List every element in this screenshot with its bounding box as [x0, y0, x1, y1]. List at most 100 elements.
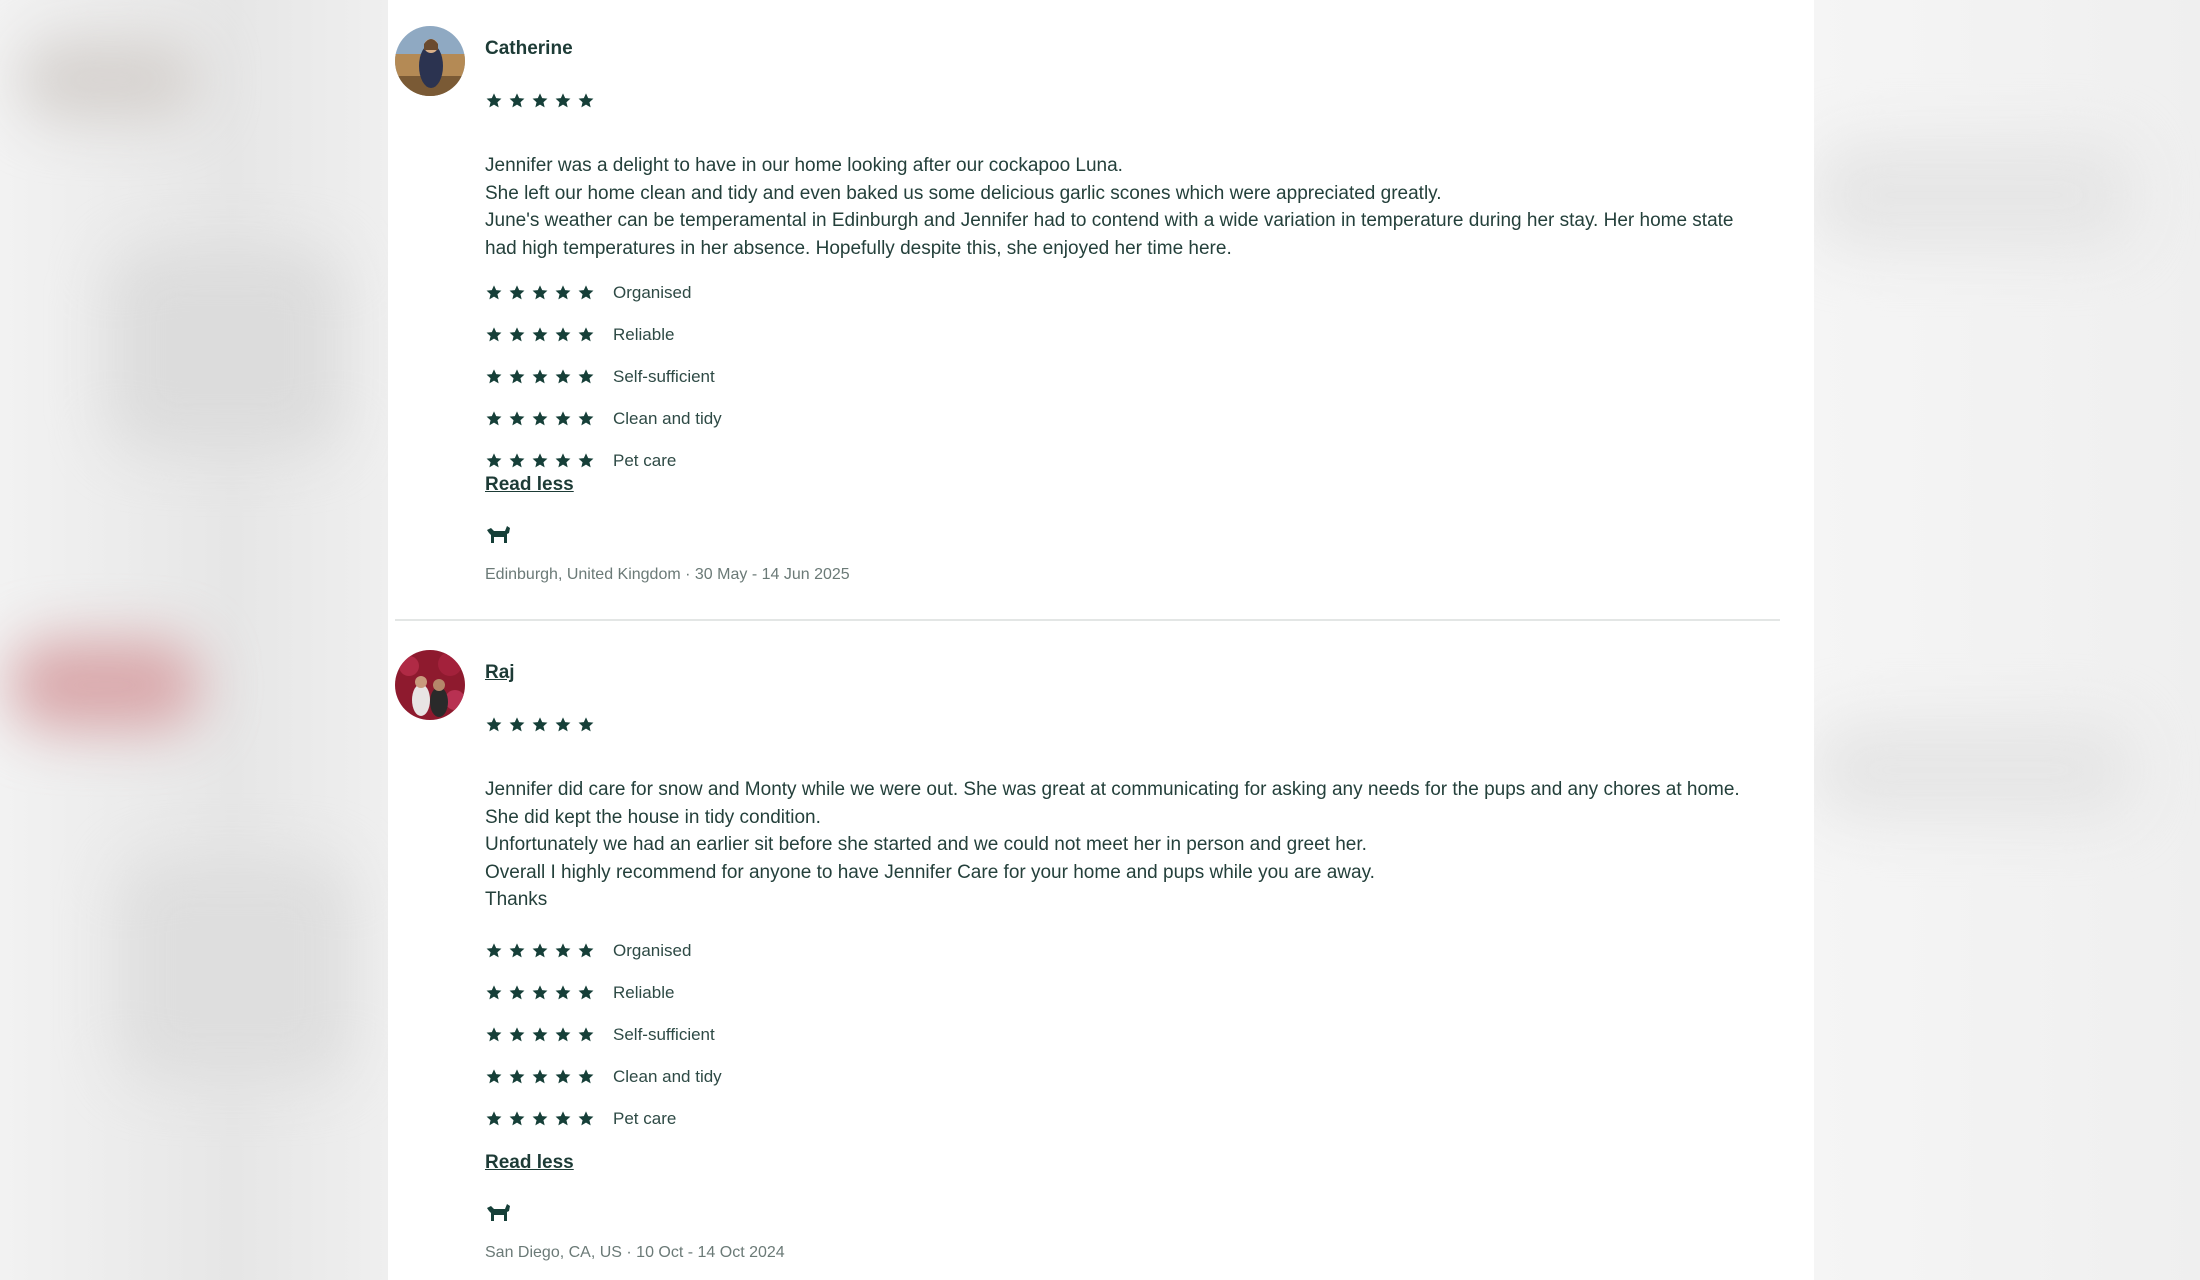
star-icon: [509, 1027, 525, 1042]
star-icon: [555, 285, 571, 300]
review-text: Jennifer did care for snow and Monty whi…: [485, 776, 1755, 914]
star-icon: [532, 285, 548, 300]
star-icon: [509, 1111, 525, 1126]
criterion-rating: [485, 1026, 595, 1044]
criterion-row: Reliable: [485, 314, 722, 356]
criterion-row: Pet care: [485, 1098, 722, 1140]
star-icon: [486, 285, 502, 300]
star-icon: [486, 327, 502, 342]
criterion-rating: [485, 368, 595, 386]
star-icon: [532, 411, 548, 426]
star-icon: [532, 1111, 548, 1126]
star-icon: [578, 985, 594, 1000]
criterion-label: Pet care: [613, 451, 677, 470]
background-left-blurred: [0, 0, 388, 1280]
reviewer-avatar[interactable]: [395, 26, 465, 96]
blurred-shape: [1814, 140, 2134, 250]
overall-rating: [485, 92, 595, 110]
star-icon: [509, 411, 525, 426]
criterion-label: Clean and tidy: [613, 1067, 722, 1086]
star-icon: [486, 985, 502, 1000]
star-icon: [578, 1027, 594, 1042]
star-icon: [486, 717, 502, 732]
read-less-link[interactable]: Read less: [485, 474, 574, 496]
star-icon: [509, 985, 525, 1000]
criterion-row: Reliable: [485, 972, 722, 1014]
review-text-line: Overall I highly recommend for anyone to…: [485, 861, 1375, 883]
blurred-shape: [110, 250, 340, 450]
star-icon: [555, 93, 571, 108]
star-icon: [555, 411, 571, 426]
review-text-line: Unfortunately we had an earlier sit befo…: [485, 834, 1367, 855]
star-icon: [578, 411, 594, 426]
review-text-line: She left our home clean and tidy and eve…: [485, 182, 1442, 204]
review-card: Raj Jennifer did care for snow and Monty…: [395, 650, 1780, 1270]
criterion-row: Self-sufficient: [485, 356, 722, 398]
review-text-line: Jennifer did care for snow and Monty whi…: [485, 779, 1740, 800]
review-text-line: Jennifer was a delight to have in our ho…: [485, 155, 1123, 176]
criterion-rating: [485, 284, 595, 302]
star-icon: [578, 1069, 594, 1084]
criteria-ratings: Organised Reliable Self-sufficient Clean an…: [485, 272, 722, 482]
star-icon: [509, 453, 525, 468]
star-icon: [532, 453, 548, 468]
star-icon: [532, 327, 548, 342]
criterion-row: Clean and tidy: [485, 1056, 722, 1098]
star-icon: [532, 717, 548, 732]
reviewer-avatar[interactable]: [395, 650, 465, 720]
star-icon: [555, 327, 571, 342]
review-text-line: Thanks: [485, 889, 548, 910]
criterion-row: Self-sufficient: [485, 1014, 722, 1056]
star-icon: [509, 327, 525, 342]
star-icon: [509, 1069, 525, 1084]
star-icon: [532, 1069, 548, 1084]
reviewer-name-link[interactable]: Raj: [485, 662, 515, 684]
criterion-rating: [485, 326, 595, 344]
criterion-row: Organised: [485, 930, 722, 972]
review-location-dates: Edinburgh, United Kingdom · 30 May - 14 …: [485, 566, 850, 583]
review-location-dates: San Diego, CA, US · 10 Oct - 14 Oct 2024: [485, 1244, 785, 1261]
star-icon: [532, 985, 548, 1000]
criterion-rating: [485, 1068, 595, 1086]
dog-icon: [487, 1204, 510, 1221]
star-icon: [509, 943, 525, 958]
star-icon: [486, 1069, 502, 1084]
star-icon: [532, 1027, 548, 1042]
star-icon: [486, 411, 502, 426]
star-icon: [486, 1111, 502, 1126]
star-icon: [555, 453, 571, 468]
star-icon: [555, 985, 571, 1000]
star-icon: [509, 717, 525, 732]
criterion-label: Self-sufficient: [613, 1025, 715, 1044]
criterion-label: Organised: [613, 941, 692, 960]
star-icon: [578, 369, 594, 384]
review-text: Jennifer was a delight to have in our ho…: [485, 152, 1755, 262]
criterion-rating: [485, 410, 595, 428]
star-icon: [555, 1027, 571, 1042]
star-icon: [555, 943, 571, 958]
criterion-rating: [485, 452, 595, 470]
read-less-link[interactable]: Read less: [485, 1152, 574, 1174]
criterion-label: Reliable: [613, 325, 675, 344]
criteria-ratings: Organised Reliable Self-sufficient Clean an…: [485, 930, 722, 1140]
criterion-label: Pet care: [613, 1109, 677, 1128]
star-icon: [578, 717, 594, 732]
criterion-row: Organised: [485, 272, 722, 314]
star-icon: [509, 93, 525, 108]
star-icon: [578, 1111, 594, 1126]
star-icon: [555, 1111, 571, 1126]
star-icon: [486, 453, 502, 468]
star-icon: [578, 453, 594, 468]
star-icon: [578, 285, 594, 300]
blurred-shape: [20, 40, 200, 120]
blurred-shape: [1814, 720, 2134, 820]
criterion-rating: [485, 984, 595, 1002]
blurred-shape: [10, 640, 200, 730]
star-icon: [578, 93, 594, 108]
star-icon: [486, 93, 502, 108]
dog-icon: [487, 526, 510, 543]
star-icon: [486, 1027, 502, 1042]
criterion-rating: [485, 1110, 595, 1128]
background-right-blurred: [1814, 0, 2200, 1280]
review-card: Catherine Jennifer was a delight to have…: [395, 26, 1780, 596]
